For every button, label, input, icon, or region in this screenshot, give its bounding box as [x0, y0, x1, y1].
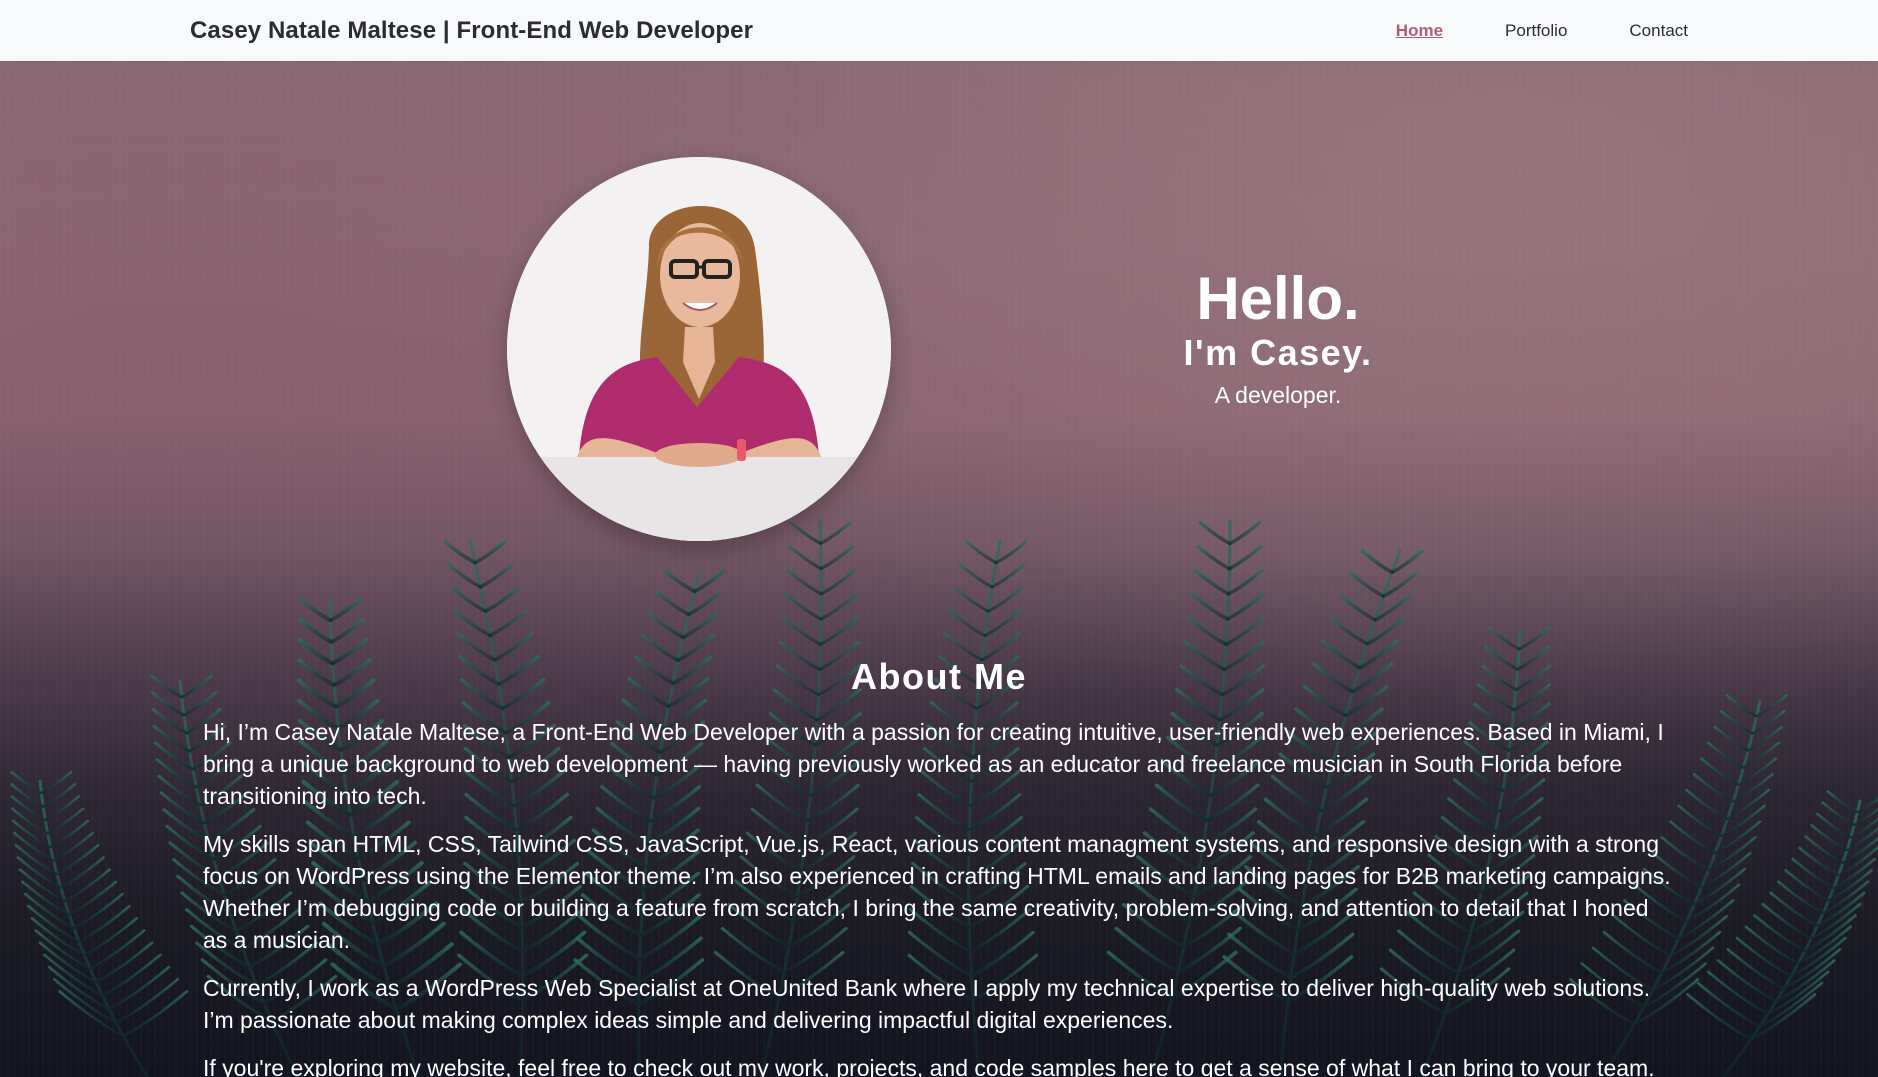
about-paragraph-4-end: to get a sense of what I can bring to yo… — [1168, 1055, 1655, 1077]
hero-role-text: A developer. — [1214, 382, 1342, 408]
nav-links: Home Portfolio Contact — [1396, 21, 1688, 41]
hero-greeting: Hello. I'm Casey. A developer. — [1128, 266, 1428, 409]
profile-photo — [507, 157, 891, 541]
about-paragraph-4-start: If you're exploring my website, feel fre… — [203, 1055, 1123, 1077]
nav-link-portfolio[interactable]: Portfolio — [1505, 21, 1567, 41]
hero-name-heading: I'm Casey. — [1183, 332, 1373, 373]
about-title: About Me — [851, 656, 1027, 697]
about-paragraph-4: If you're exploring my website, feel fre… — [203, 1052, 1675, 1077]
about-section: About Me Hi, I’m Casey Natale Maltese, a… — [203, 656, 1675, 1077]
site-brand-link[interactable]: Casey Natale Maltese | Front-End Web Dev… — [190, 17, 753, 45]
work-samples-link[interactable]: here — [1123, 1055, 1169, 1077]
about-paragraph-3: Currently, I work as a WordPress Web Spe… — [203, 975, 1651, 1033]
top-navbar: Casey Natale Maltese | Front-End Web Dev… — [0, 0, 1878, 61]
about-paragraph-1: Hi, I’m Casey Natale Maltese, a Front-En… — [203, 719, 1664, 809]
hero-section: Hello. I'm Casey. A developer. About Me … — [0, 61, 1878, 1077]
hero-hello-heading: Hello. — [1196, 265, 1360, 332]
profile-photo-image — [507, 157, 891, 541]
about-paragraph-2: My skills span HTML, CSS, Tailwind CSS, … — [203, 831, 1671, 953]
nav-link-contact[interactable]: Contact — [1629, 21, 1688, 41]
nav-link-home[interactable]: Home — [1396, 21, 1443, 41]
